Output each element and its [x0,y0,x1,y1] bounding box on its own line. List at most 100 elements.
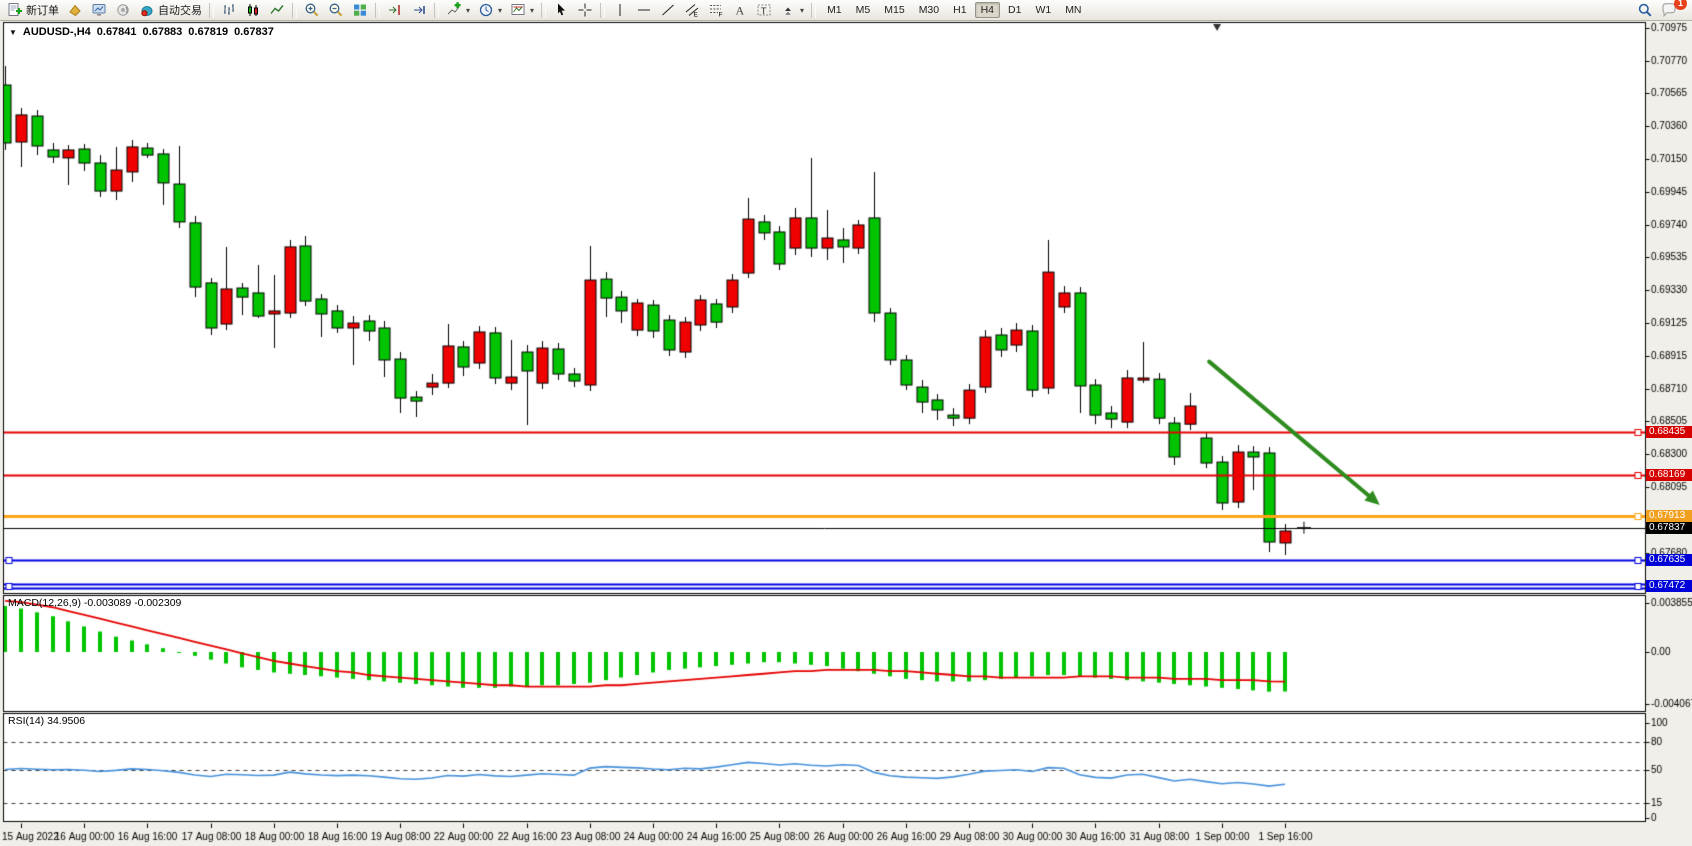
text-button[interactable]: A [728,0,752,21]
line-chart-icon [269,2,285,18]
svg-text:T: T [761,6,767,17]
macd-label: MACD(12,26,9) -0.003089 -0.002309 [8,597,181,609]
candles-chart-button[interactable] [241,0,265,21]
price-panel[interactable] [3,22,1646,594]
fibonacci-icon: F [708,2,724,18]
vertical-line-icon [612,2,628,18]
toolbar-separator [209,3,214,18]
terminal-icon [91,2,107,18]
price-scale[interactable] [1646,22,1692,822]
timeframe-h4[interactable]: H4 [975,2,1000,18]
chart-shift-button[interactable] [383,0,407,21]
svg-text:F: F [719,12,723,19]
dropdown-arrow-icon: ▾ [498,6,502,15]
one-click-trading-icon[interactable]: ▼ [9,28,17,37]
arrows-button[interactable]: ▾ [776,0,808,21]
auto-scroll-button[interactable] [407,0,431,21]
chat-button[interactable]: 1 [1657,0,1682,21]
cursor-button[interactable] [549,0,573,21]
horizontal-line-button[interactable] [632,0,656,21]
rsi-panel[interactable] [3,713,1646,822]
crosshair-button[interactable] [573,0,597,21]
zoom-out-button[interactable] [324,0,348,21]
bars-chart-icon [221,2,237,18]
zoom-out-icon [328,2,344,18]
price-tag-support-blue-1: 0.67635 [1646,554,1692,566]
line-chart-button[interactable] [265,0,289,21]
trendline-icon [660,2,676,18]
new-order-label: 新订单 [26,2,59,18]
indicators-button[interactable]: ▾ [442,0,474,21]
high-value: 0.67883 [143,26,183,38]
dropdown-arrow-icon: ▾ [466,6,470,15]
fibonacci-button[interactable]: F [704,0,728,21]
timeframe-m15[interactable]: M15 [878,2,910,18]
bars-chart-button[interactable] [217,0,241,21]
toolbar-separator [434,3,439,18]
crosshair-icon [577,2,593,18]
macd-values: -0.003089 -0.002309 [84,597,182,609]
new-order-icon [7,2,23,18]
periods-button[interactable]: ▾ [474,0,506,21]
timeframe-m1[interactable]: M1 [821,2,848,18]
cursor-icon [553,2,569,18]
symbol-label: AUDUSD-,H4 [23,26,91,38]
zoom-in-button[interactable] [300,0,324,21]
text-icon: A [732,2,748,18]
signals-icon [115,2,131,18]
auto-trading-button[interactable]: 自动交易 [135,0,206,21]
svg-text:E: E [694,12,699,19]
timeframe-h1[interactable]: H1 [947,2,972,18]
market-watch-button[interactable] [63,0,87,21]
search-button[interactable] [1633,0,1657,21]
indicators-icon [446,2,462,18]
terminal-button[interactable] [87,0,111,21]
timeframe-m5[interactable]: M5 [850,2,877,18]
timeframe-bar: M1M5M15M30H1H4D1W1MN [821,2,1087,18]
svg-text:A: A [736,4,745,18]
vertical-line-button[interactable] [608,0,632,21]
horizontal-line-icon [636,2,652,18]
toolbar: 新订单 自动交易 [0,0,1692,21]
timeframe-d1[interactable]: D1 [1002,2,1027,18]
toolbar-separator [375,3,380,18]
toolbar-separator [541,3,546,18]
rsi-name: RSI(14) [8,715,44,727]
arrows-icon [780,2,796,18]
mt4-window: 新订单 自动交易 [0,0,1692,846]
time-scale[interactable] [0,823,1645,846]
macd-panel[interactable] [3,595,1646,712]
rsi-label: RSI(14) 34.9506 [8,715,85,727]
price-tag-resistance-2: 0.68169 [1646,469,1692,481]
toolbar-separator [292,3,297,18]
channel-button[interactable]: E [680,0,704,21]
notification-badge: 1 [1674,0,1687,10]
signals-button[interactable] [111,0,135,21]
toolbar-separator [811,3,816,18]
price-tag-support-blue-2: 0.67472 [1646,580,1692,592]
text-label-button[interactable]: T [752,0,776,21]
close-value: 0.67837 [234,26,274,38]
chart-title[interactable]: ▼ AUDUSD-,H4 0.67841 0.67883 0.67819 0.6… [9,26,274,38]
text-label-icon: T [756,2,772,18]
timeframe-m30[interactable]: M30 [913,2,945,18]
market-watch-icon [67,2,83,18]
timeframe-w1[interactable]: W1 [1029,2,1057,18]
candles-chart-icon [245,2,261,18]
timeframe-mn[interactable]: MN [1059,2,1087,18]
tile-windows-button[interactable] [348,0,372,21]
low-value: 0.67819 [188,26,228,38]
search-icon [1637,2,1653,18]
templates-button[interactable]: ▾ [506,0,538,21]
trendline-button[interactable] [656,0,680,21]
auto-trading-label: 自动交易 [158,2,202,18]
price-tag-support-orange: 0.67913 [1646,510,1692,522]
new-order-button[interactable]: 新订单 [3,0,63,21]
macd-name: MACD(12,26,9) [8,597,81,609]
auto-trading-icon [139,2,155,18]
tile-windows-icon [352,2,368,18]
rsi-value: 34.9506 [47,715,85,727]
templates-icon [510,2,526,18]
periods-icon [478,2,494,18]
auto-scroll-icon [411,2,427,18]
